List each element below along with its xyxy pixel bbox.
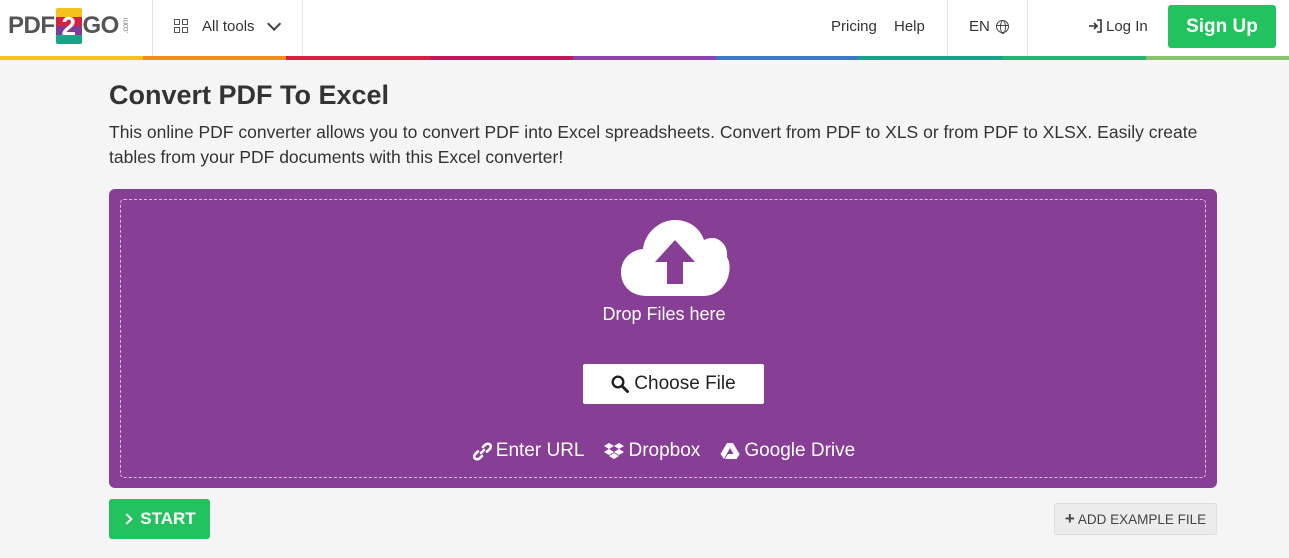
link-icon [472,441,492,461]
file-dropzone[interactable]: Drop Files here Choose File Enter URL Dr… [109,189,1217,488]
header-divider [1027,0,1028,56]
dropbox-icon [604,443,625,459]
dropzone-dashed-area[interactable]: Drop Files here Choose File Enter URL Dr… [120,199,1206,478]
login-icon [1089,19,1102,33]
pdf2go-logo[interactable]: PDF 2 GO .com [8,7,130,45]
accent-color-segment [143,56,287,60]
plus-icon: + [1064,509,1075,528]
drop-files-text: Drop Files here [602,304,726,324]
accent-color-segment [716,56,860,60]
accent-color-segment [859,56,1003,60]
chevron-down-icon [266,16,281,31]
accent-color-segment [1145,56,1289,60]
sign-up-button[interactable]: Sign Up [1168,5,1276,48]
pricing-link[interactable]: Pricing [831,0,877,52]
accent-color-segment [286,56,430,60]
accent-color-segment [1002,56,1146,60]
choose-file-button[interactable]: Choose File [583,364,764,404]
globe-icon [995,19,1009,34]
cloud-upload-icon [621,220,730,296]
search-icon [611,375,630,393]
grid-icon [174,19,188,33]
add-example-file-button[interactable]: + ADD EXAMPLE FILE [1054,503,1217,535]
header-divider [947,0,948,56]
header-divider [152,0,153,56]
page-title: Convert PDF To Excel [109,80,390,110]
accent-color-segment [0,56,144,60]
help-link[interactable]: Help [894,0,925,52]
chevron-right-icon [121,513,133,525]
upload-sources: Enter URL Dropbox Google Drive [121,440,1207,462]
language-selector[interactable]: EN [969,0,1009,52]
accent-color-bar [0,56,1289,60]
accent-color-segment [572,56,717,60]
login-link[interactable]: Log In [1088,0,1148,52]
all-tools-menu[interactable]: All tools [170,0,281,52]
google-drive-icon [720,443,740,459]
header-divider [302,0,303,56]
page-description: This online PDF converter allows you to … [109,122,1198,167]
start-button[interactable]: START [109,499,210,539]
top-header: PDF 2 GO .com All tools Pricing Help EN Log… [0,0,1289,56]
enter-url-option[interactable]: Enter URL [472,440,584,462]
google-drive-option[interactable]: Google Drive [720,440,855,462]
dropbox-option[interactable]: Dropbox [604,440,700,462]
accent-color-segment [429,56,573,60]
